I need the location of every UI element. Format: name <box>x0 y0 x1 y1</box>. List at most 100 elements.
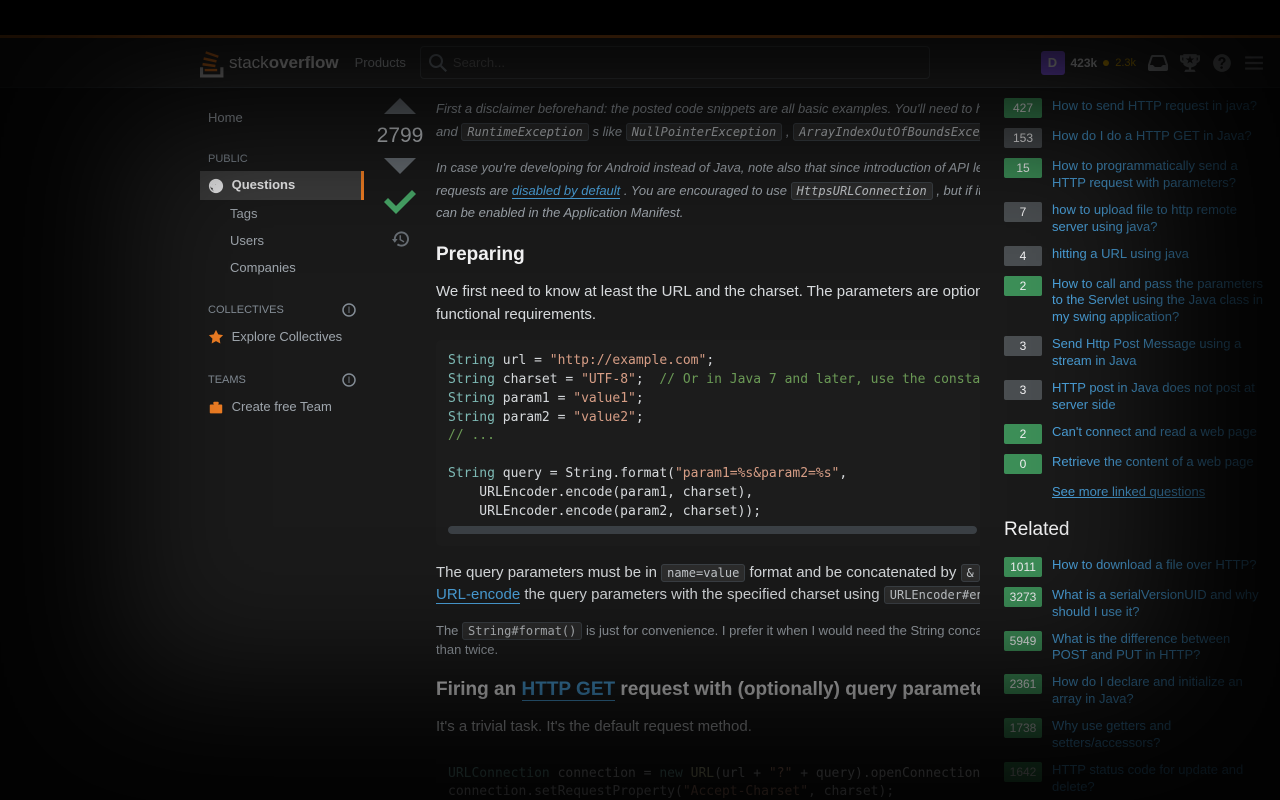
related-questions: 1011 How to download a file over HTTP? 327… <box>1004 557 1264 800</box>
nav-home[interactable]: Home <box>200 104 364 131</box>
linked-title[interactable]: how to upload file to http remote server… <box>1052 202 1264 236</box>
main-content: 2799 First a disclaimer beforehand: the … <box>364 88 980 800</box>
linked-title[interactable]: Send Http Post Message using a stream in… <box>1052 336 1264 370</box>
linked-score: 1011 <box>1004 557 1042 577</box>
linked-score: 2 <box>1004 424 1042 444</box>
linked-item[interactable]: 3Send Http Post Message using a stream i… <box>1004 336 1264 370</box>
linked-title[interactable]: How do I declare and initialize an array… <box>1052 674 1264 708</box>
linked-title[interactable]: HTTP post in Java does not post at serve… <box>1052 380 1264 414</box>
linked-title[interactable]: HTTP status code for update and delete? <box>1052 762 1264 796</box>
linked-title[interactable]: How to download a file over HTTP? <box>1052 557 1256 574</box>
help-icon[interactable] <box>1212 53 1232 73</box>
gold-badge-dot <box>1103 60 1109 66</box>
heading-preparing: Preparing <box>436 241 980 270</box>
linked-item[interactable]: 4hitting a URL using java <box>1004 246 1264 266</box>
linked-score: 2 <box>1004 276 1042 296</box>
linked-title[interactable]: How to call and pass the parameters to t… <box>1052 276 1264 327</box>
linked-title[interactable]: Retrieve the content of a web page <box>1052 454 1254 471</box>
code-block-2: URLConnection connection = new URL(url +… <box>436 753 980 800</box>
nav-collectives-header: COLLECTIVES i <box>200 297 364 323</box>
nav-explore-collectives[interactable]: Explore Collectives <box>200 323 364 352</box>
linked-item[interactable]: 2 Can't connect and read a web page <box>1004 424 1264 444</box>
products-link[interactable]: Products <box>355 55 406 70</box>
linked-score: 15 <box>1004 158 1042 178</box>
avatar: D <box>1041 51 1065 75</box>
linked-item[interactable]: 2361How do I declare and initialize an a… <box>1004 674 1264 708</box>
linked-score: 3273 <box>1004 587 1042 607</box>
linked-title[interactable]: How to send HTTP request in java? <box>1052 98 1257 115</box>
reputation: 423k <box>1071 56 1098 70</box>
linked-item[interactable]: 7how to upload file to http remote serve… <box>1004 202 1264 236</box>
logo-text: stackoverflow <box>229 53 339 73</box>
linked-item[interactable]: 5949What is the difference between POST … <box>1004 631 1264 665</box>
search-icon <box>429 54 447 72</box>
browser-chrome <box>0 0 1280 35</box>
inbox-icon[interactable] <box>1148 53 1168 73</box>
nav-users[interactable]: Users <box>200 227 364 254</box>
vote-column: 2799 <box>380 98 420 800</box>
logo[interactable]: stackoverflow <box>200 48 339 78</box>
code-httpsurl: HttpsURLConnection <box>791 182 933 200</box>
linked-title[interactable]: How to programmatically send a HTTP requ… <box>1052 158 1264 192</box>
site-header: stackoverflow Products D 423k 2.3k <box>0 38 1280 88</box>
linked-item[interactable]: 1011 How to download a file over HTTP? <box>1004 557 1264 577</box>
nav-teams-header: TEAMS i <box>200 367 364 393</box>
answer-body: First a disclaimer beforehand: the poste… <box>436 98 980 800</box>
linked-score: 153 <box>1004 128 1042 148</box>
code-arrayidx: ArrayIndexOutOfBoundsException <box>793 123 980 141</box>
linked-item[interactable]: 3 HTTP post in Java does not post at serv… <box>1004 380 1264 414</box>
http-get-link[interactable]: HTTP GET <box>522 679 616 701</box>
url-encode-link[interactable]: URL-encode <box>436 586 520 604</box>
see-more-linked[interactable]: See more linked questions <box>1052 484 1264 499</box>
nav-questions[interactable]: Questions <box>200 171 364 200</box>
linked-item[interactable]: 1738 Why use getters and setters/accessor… <box>1004 718 1264 752</box>
linked-item[interactable]: 153 How do I do a HTTP GET in Java? <box>1004 128 1264 148</box>
linked-score: 3 <box>1004 380 1042 400</box>
heading-firing-get: Firing an HTTP GET request with (optiona… <box>436 676 980 705</box>
disabled-default-link[interactable]: disabled by default <box>512 183 620 199</box>
vote-count: 2799 <box>377 124 424 148</box>
right-sidebar: 427How to send HTTP request in java?153H… <box>980 88 1280 800</box>
star-icon <box>208 329 224 345</box>
linked-item[interactable]: 0Retrieve the content of a web page <box>1004 454 1264 474</box>
linked-questions: 427How to send HTTP request in java?153H… <box>1004 98 1264 474</box>
achievements-icon[interactable] <box>1180 53 1200 73</box>
upvote-button[interactable] <box>384 98 416 114</box>
accepted-answer-icon <box>382 184 418 220</box>
linked-score: 1738 <box>1004 718 1042 738</box>
info-icon[interactable]: i <box>342 303 356 317</box>
linked-title[interactable]: Can't connect and read a web page <box>1052 424 1257 441</box>
linked-item[interactable]: 1642HTTP status code for update and dele… <box>1004 762 1264 796</box>
history-icon[interactable] <box>391 230 409 248</box>
linked-title[interactable]: What is the difference between POST and … <box>1052 631 1264 665</box>
linked-item[interactable]: 427 How to send HTTP request in java? <box>1004 98 1264 118</box>
search-input[interactable] <box>453 55 921 70</box>
site-switcher-icon[interactable] <box>1244 53 1264 73</box>
search-box[interactable] <box>420 46 930 79</box>
linked-title[interactable]: How do I do a HTTP GET in Java? <box>1052 128 1252 145</box>
svg-text:i: i <box>348 305 351 315</box>
nav-tags[interactable]: Tags <box>200 200 364 227</box>
related-heading: Related <box>1004 519 1264 541</box>
linked-item[interactable]: 15 How to programmatically send a HTTP re… <box>1004 158 1264 192</box>
linked-title[interactable]: What is a serialVersionUID and why shoul… <box>1052 587 1264 621</box>
horizontal-scrollbar[interactable] <box>448 526 977 534</box>
user-menu[interactable]: D 423k 2.3k <box>1041 51 1137 75</box>
code-namevalue: name=value <box>661 564 745 582</box>
header-right: D 423k 2.3k <box>1041 51 1265 75</box>
briefcase-icon <box>208 400 224 416</box>
code-urlencoder: URLEncoder#encode() <box>884 586 980 604</box>
linked-item[interactable]: 2 How to call and pass the parameters to … <box>1004 276 1264 327</box>
nav-create-team[interactable]: Create free Team <box>200 393 364 422</box>
gold-badge-count: 2.3k <box>1115 57 1136 69</box>
linked-title[interactable]: Why use getters and setters/accessors? <box>1052 718 1264 752</box>
linked-item[interactable]: 3273 What is a serialVersionUID and why s… <box>1004 587 1264 621</box>
globe-icon <box>208 178 224 194</box>
linked-title[interactable]: hitting a URL using java <box>1052 246 1189 263</box>
nav-companies[interactable]: Companies <box>200 254 364 281</box>
info-icon[interactable]: i <box>342 373 356 387</box>
downvote-button[interactable] <box>384 158 416 174</box>
code-stringformat: String#format() <box>462 622 582 640</box>
linked-score: 427 <box>1004 98 1042 118</box>
nav-public-header: PUBLIC <box>200 147 364 171</box>
